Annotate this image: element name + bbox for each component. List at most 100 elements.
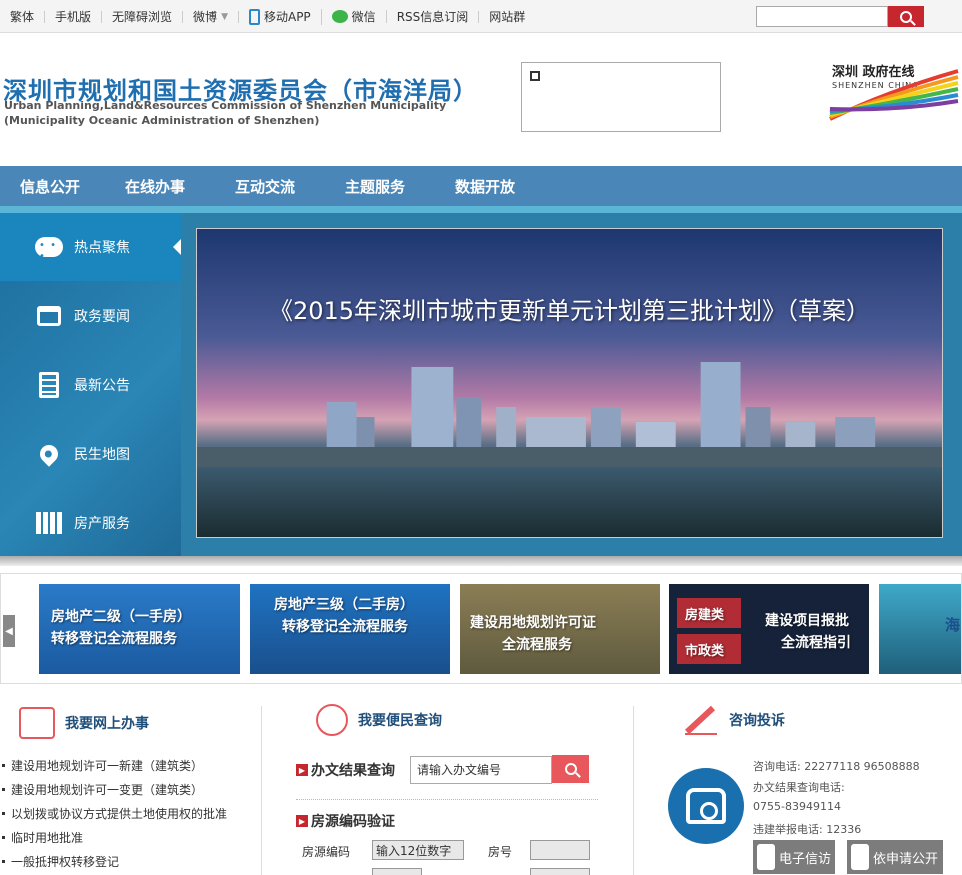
- bottom-services: 我要网上办事 建设用地规划许可一新建（建筑类） 建设用地规划许可一变更（建筑类）…: [0, 686, 962, 875]
- city-skyline-image: [197, 362, 942, 467]
- query-title[interactable]: 我要便民查询: [358, 710, 442, 730]
- apply-disclosure-label: 依申请公开: [873, 851, 939, 867]
- house-code-input[interactable]: 输入12位数字: [372, 840, 464, 860]
- banner-land-permit[interactable]: 建设用地规划许可证 全流程服务: [460, 584, 660, 674]
- wechat-icon: [331, 10, 348, 23]
- computer-icon: [19, 707, 55, 739]
- slide-caption: 《2015年深圳市城市更新单元计划第三批计划》（草案）: [268, 297, 871, 325]
- complaint-header: 咨询投诉: [683, 704, 785, 736]
- banner-tag-2: 市政类: [685, 644, 725, 659]
- list-item[interactable]: 临时用地批准: [0, 828, 255, 852]
- notice-icon: [34, 370, 64, 400]
- carousel-prev-button[interactable]: ◀: [3, 615, 15, 647]
- sidebar-item-label: 政务要闻: [74, 309, 130, 325]
- building-icon: [34, 508, 64, 538]
- complaint-title[interactable]: 咨询投诉: [729, 710, 785, 730]
- hero-sidebar: 热点聚焦 政务要闻 最新公告 民生地图 房产服务: [0, 213, 181, 556]
- banner-secondary-housing[interactable]: 房地产三级（二手房） 转移登记全流程服务: [250, 584, 450, 674]
- house-code-title: ▶ 房源编码验证: [296, 811, 395, 831]
- link-mobile[interactable]: 手机版: [45, 10, 103, 23]
- nav-info-disclosure[interactable]: 信息公开: [0, 176, 100, 197]
- mobile-phone-icon: [248, 8, 260, 25]
- list-item[interactable]: 建设用地规划许可一新建（建筑类）: [0, 756, 255, 780]
- house-code-field-label: 房源编码: [302, 845, 351, 859]
- header-widget-box: [521, 62, 721, 132]
- link-traditional[interactable]: 繁体: [0, 10, 46, 23]
- e-petition-button[interactable]: 电子信访: [753, 840, 835, 874]
- hero-slide[interactable]: 《2015年深圳市城市更新单元计划第三批计划》（草案）: [196, 228, 943, 538]
- list-item[interactable]: 一般抵押权转移登记: [0, 852, 255, 875]
- pencil-icon: [683, 704, 719, 736]
- banner-ocean[interactable]: 海: [879, 584, 961, 674]
- meeting-icon: [34, 301, 64, 331]
- query-header: 我要便民查询: [316, 704, 442, 736]
- banner-line-2: 全流程服务: [502, 637, 572, 653]
- search-button[interactable]: [888, 6, 924, 27]
- mouse-icon: [757, 844, 775, 870]
- sidebar-item-gov-news[interactable]: 政务要闻: [0, 282, 181, 350]
- rainbow-swoosh-icon: [829, 69, 959, 121]
- site-header: 深圳市规划和国土资源委员会（市海洋局） Urban Planning,Land&…: [0, 33, 962, 166]
- nav-online-service[interactable]: 在线办事: [100, 176, 210, 197]
- room-input[interactable]: [530, 840, 590, 860]
- report-phone: 违建举报电话: 12336: [753, 823, 862, 836]
- sidebar-item-livelihood-map[interactable]: 民生地图: [0, 420, 181, 488]
- site-title-en-1: Urban Planning,Land&Resources Commission…: [4, 99, 447, 112]
- list-item[interactable]: 建设用地规划许可一变更（建筑类）: [0, 780, 255, 804]
- hero-top-strip: [0, 206, 962, 213]
- arrow-right-icon: ▶: [296, 815, 308, 827]
- banner-line-1: 房地产三级（二手房）: [274, 597, 414, 613]
- list-item[interactable]: 以划拨或协议方式提供土地使用权的批准: [0, 804, 255, 828]
- result-phone: 0755-83949114: [753, 800, 841, 813]
- site-title-en-2: (Municipality Oceanic Administration of …: [4, 114, 320, 127]
- banner-line-2: 转移登记全流程服务: [51, 631, 177, 647]
- house-code-label: 房源编码验证: [311, 814, 395, 830]
- arrow-right-icon: ▶: [296, 764, 308, 776]
- online-service-title[interactable]: 我要网上办事: [65, 713, 149, 733]
- sidebar-item-label: 最新公告: [74, 378, 130, 394]
- result-phone-label: 办文结果查询电话:: [753, 781, 845, 794]
- extra-input-2[interactable]: [530, 868, 590, 875]
- sidebar-item-housing[interactable]: 房产服务: [0, 489, 181, 557]
- top-utility-bar: 繁体 手机版 无障碍浏览 微博 ▼ 移动APP 微信 RSS信息订阅 网站群: [0, 0, 962, 33]
- banner-primary-housing[interactable]: 房地产二级（一手房） 转移登记全流程服务: [39, 584, 240, 674]
- main-nav: 信息公开 在线办事 互动交流 主题服务 数据开放: [0, 166, 962, 206]
- slide-water: [197, 467, 942, 537]
- link-accessibility[interactable]: 无障碍浏览: [102, 10, 184, 23]
- apply-disclosure-button[interactable]: 依申请公开: [847, 840, 943, 874]
- top-search: [756, 6, 924, 27]
- result-search-button[interactable]: [552, 755, 589, 783]
- sidebar-item-label: 民生地图: [74, 447, 130, 463]
- link-rss[interactable]: RSS信息订阅: [387, 10, 480, 23]
- search-icon: [564, 763, 577, 775]
- e-petition-label: 电子信访: [779, 851, 832, 867]
- service-banner-carousel: ◀ 房地产二级（一手房） 转移登记全流程服务 房地产三级（二手房） 转移登记全流…: [0, 573, 962, 684]
- banner-line-1: 房地产二级（一手房）: [51, 609, 191, 625]
- sidebar-item-notices[interactable]: 最新公告: [0, 351, 181, 419]
- camera-search-icon: [316, 704, 348, 736]
- nav-interaction[interactable]: 互动交流: [210, 176, 320, 197]
- chat-icon: [34, 232, 64, 262]
- shenzhen-gov-logo[interactable]: 深圳 政府在线 SHENZHEN CHINA: [828, 61, 960, 126]
- extra-input-1[interactable]: [372, 868, 422, 875]
- result-number-input[interactable]: 请输入办文编号: [410, 756, 552, 784]
- link-weibo[interactable]: 微博 ▼: [183, 9, 239, 24]
- telephone-icon: [668, 768, 744, 844]
- nav-open-data[interactable]: 数据开放: [430, 176, 540, 197]
- weibo-label: 微博: [193, 9, 218, 24]
- link-app[interactable]: 移动APP: [239, 8, 322, 25]
- banner-line-1: 建设用地规划许可证: [470, 615, 596, 631]
- hero-bottom-shadow: [0, 556, 962, 566]
- banner-line-1: 建设项目报批: [765, 613, 849, 629]
- sidebar-item-hot-focus[interactable]: 热点聚焦: [0, 213, 181, 281]
- link-site-group[interactable]: 网站群: [479, 11, 535, 23]
- map-pin-icon: [34, 439, 64, 469]
- banner-project-approval[interactable]: 房建类 市政类 建设项目报批 全流程指引: [669, 584, 869, 674]
- online-service-list: 建设用地规划许可一新建（建筑类） 建设用地规划许可一变更（建筑类） 以划拨或协议…: [0, 756, 255, 875]
- banner-line-2: 转移登记全流程服务: [282, 619, 408, 635]
- link-wechat[interactable]: 微信: [322, 10, 387, 23]
- search-input[interactable]: [756, 6, 888, 27]
- consult-phone: 咨询电话: 22277118 96508888: [753, 760, 920, 773]
- nav-theme-service[interactable]: 主题服务: [320, 176, 430, 197]
- search-icon: [900, 10, 912, 23]
